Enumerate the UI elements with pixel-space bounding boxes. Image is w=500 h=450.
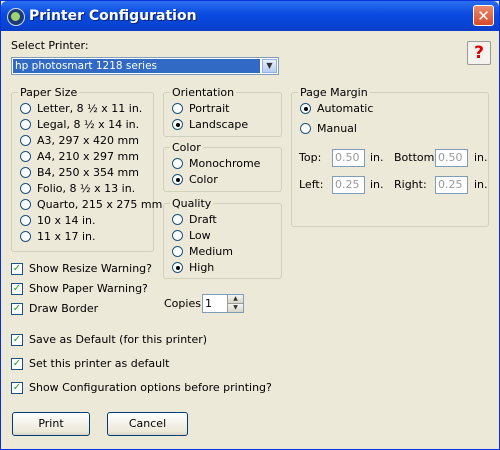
app-icon xyxy=(7,8,25,26)
orientation-group: Orientation Portrait Landscape xyxy=(163,86,282,137)
radio-button-selected[interactable] xyxy=(172,262,183,273)
close-button[interactable]: ✕ xyxy=(473,5,494,26)
checkbox[interactable]: ✓ xyxy=(11,334,23,346)
color-title: Color xyxy=(170,141,203,154)
radio-button-selected[interactable] xyxy=(172,174,183,185)
window-title: Printer Configuration xyxy=(29,8,197,24)
quality-title: Quality xyxy=(170,197,214,210)
right-unit-label: in. xyxy=(474,178,488,191)
radio-button[interactable] xyxy=(20,151,31,162)
top-margin-field[interactable]: 0.50 xyxy=(332,149,365,167)
paper-size-group: Paper Size Letter, 8 ½ x 11 in. Legal, 8… xyxy=(11,86,162,252)
radio-button[interactable] xyxy=(20,167,31,178)
radio-button[interactable] xyxy=(20,215,31,226)
radio-button[interactable] xyxy=(172,230,183,241)
printer-configuration-dialog: Printer Configuration ✕ Select Printer: … xyxy=(0,0,500,450)
radio-button[interactable] xyxy=(20,199,31,210)
top-label: Top: xyxy=(299,151,322,164)
right-label: Right: xyxy=(394,178,427,191)
checkbox[interactable]: ✓ xyxy=(11,283,23,295)
left-margin-field[interactable]: 0.25 xyxy=(332,176,365,194)
chevron-up-icon[interactable]: ▲ xyxy=(227,295,243,304)
left-label: Left: xyxy=(299,178,324,191)
bottom-label: Bottom: xyxy=(394,151,439,164)
copies-stepper[interactable]: 1 ▲ ▼ xyxy=(202,294,244,313)
checkbox[interactable]: ✓ xyxy=(11,263,23,275)
paper-size-title: Paper Size xyxy=(18,86,80,99)
bottom-margin-field[interactable]: 0.50 xyxy=(435,149,468,167)
top-unit-label: in. xyxy=(370,151,384,164)
print-button[interactable]: Print xyxy=(12,412,90,436)
page-margin-title: Page Margin xyxy=(298,86,370,99)
radio-button[interactable] xyxy=(172,214,183,225)
radio-button[interactable] xyxy=(172,103,183,114)
chevron-down-icon[interactable]: ▼ xyxy=(227,304,243,312)
left-unit-label: in. xyxy=(370,178,384,191)
cancel-button[interactable]: Cancel xyxy=(107,412,188,436)
checkbox[interactable]: ✓ xyxy=(11,303,23,315)
help-button[interactable]: ? xyxy=(467,41,491,65)
printer-select-value: hp photosmart 1218 series xyxy=(13,59,260,73)
radio-button[interactable] xyxy=(20,183,31,194)
bottom-unit-label: in. xyxy=(474,151,488,164)
radio-button[interactable] xyxy=(172,246,183,257)
printer-select[interactable]: hp photosmart 1218 series ▼ xyxy=(11,57,279,75)
radio-button-selected[interactable] xyxy=(300,103,311,114)
select-printer-label: Select Printer: xyxy=(11,39,89,52)
page-margin-group: Page Margin Automatic Manual Top: 0.50 i… xyxy=(291,86,489,227)
checkbox[interactable]: ✓ xyxy=(11,382,23,394)
title-bar[interactable]: Printer Configuration ✕ xyxy=(1,1,499,31)
question-mark-icon: ? xyxy=(474,43,484,63)
radio-button[interactable] xyxy=(20,119,31,130)
radio-button[interactable] xyxy=(172,158,183,169)
radio-button[interactable] xyxy=(20,135,31,146)
close-icon: ✕ xyxy=(477,7,490,25)
radio-button[interactable] xyxy=(20,231,31,242)
color-group: Color Monochrome Color xyxy=(163,141,282,192)
radio-button-selected[interactable] xyxy=(172,119,183,130)
copies-value: 1 xyxy=(205,297,212,310)
chevron-down-icon[interactable]: ▼ xyxy=(262,59,277,73)
orientation-title: Orientation xyxy=(170,86,237,99)
quality-group: Quality Draft Low Medium High xyxy=(163,197,282,279)
copies-label: Copies xyxy=(164,297,201,310)
radio-button[interactable] xyxy=(300,123,311,134)
right-margin-field[interactable]: 0.25 xyxy=(435,176,468,194)
checkbox[interactable]: ✓ xyxy=(11,358,23,370)
radio-button[interactable] xyxy=(20,103,31,114)
